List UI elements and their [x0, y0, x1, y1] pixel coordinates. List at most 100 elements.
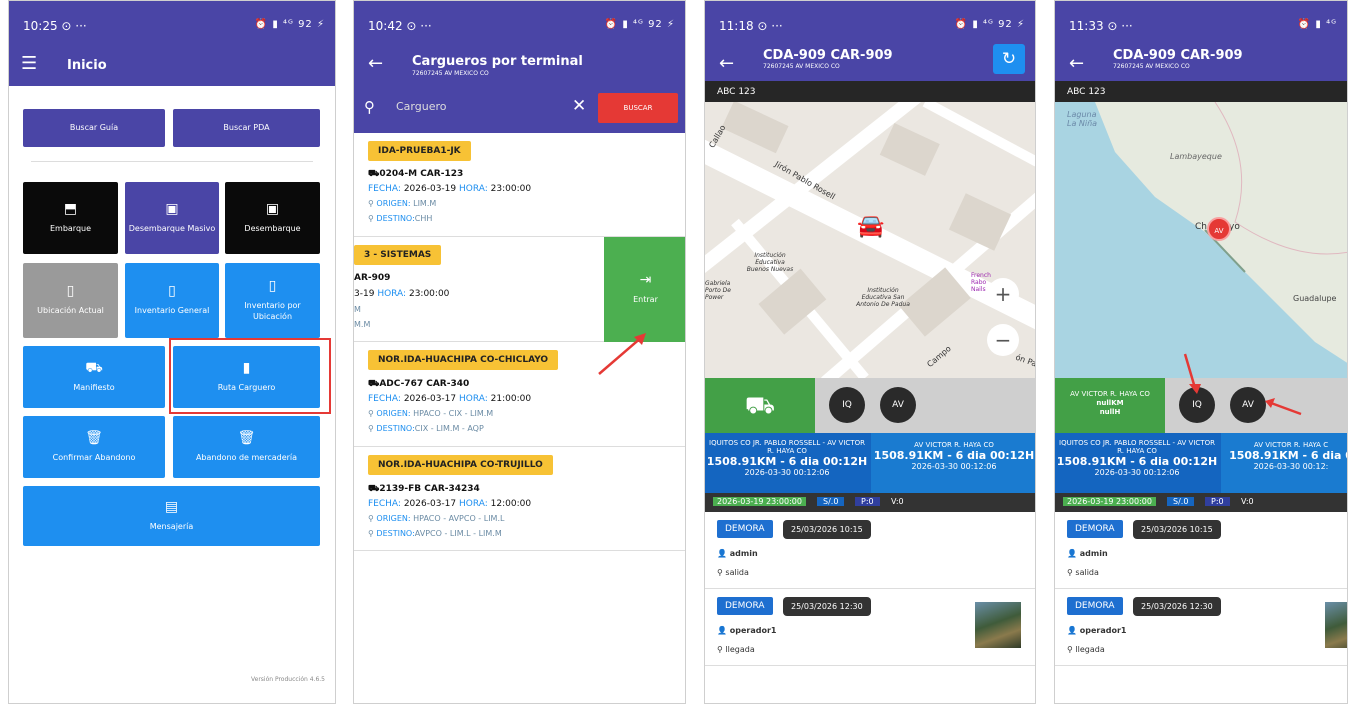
event-time-badge: 25/03/2026 12:30 — [783, 597, 871, 616]
person-icon: 👤 — [1067, 626, 1077, 635]
page-title: Cargueros por terminal — [412, 54, 583, 69]
search-input[interactable]: Carguero — [396, 100, 446, 113]
entrar-button[interactable]: ⇥ Entrar — [604, 237, 685, 342]
inventario-ubicacion-label: Inventario por Ubicación — [244, 301, 301, 321]
menu-icon[interactable]: ☰ — [21, 55, 37, 73]
street-map[interactable]: Jirón Pablo Rosell Callao Institución Ed… — [705, 102, 1035, 378]
desembarque-button[interactable]: ▣ Desembarque — [225, 182, 320, 254]
truck-tab[interactable]: ⛟ — [705, 378, 815, 433]
origen-value: LIM.M — [413, 199, 437, 208]
list-item[interactable]: NOR.IDA-HUACHIPA CO-TRUJILLO ⛟2139-FB CA… — [354, 447, 685, 551]
phone-cargueros: 10:42 ⊙ ··· ⏰ ▮ ⁴ᴳ 92 ⚡ ← Cargueros por … — [353, 0, 686, 704]
segment-distance: 1508.91KM - 6 dia 0 — [1229, 449, 1348, 462]
back-arrow-icon[interactable]: ← — [368, 55, 383, 73]
av-map-marker[interactable]: AV — [1207, 217, 1231, 241]
manifiesto-button[interactable]: ⛟ Manifiesto — [23, 346, 165, 408]
car-marker-icon: 🚘 — [857, 214, 885, 239]
selected-stop-tab[interactable]: AV VICTOR R. HAYA CO nullKM nullH — [1055, 378, 1165, 433]
vehicle-line: ⛟ADC-767 CAR-340 — [368, 379, 469, 390]
segment-distance: 1508.91KM - 6 dia 00:12H — [706, 455, 868, 468]
app-bar: ☰ Inicio — [9, 46, 335, 86]
embarque-label: Embarque — [49, 223, 92, 233]
app-bar: ← CDA-909 CAR-909 72607245 AV MEXICO CO — [1055, 46, 1347, 81]
user-name: operador1 — [1079, 626, 1127, 635]
person-icon: 👤 — [717, 549, 727, 558]
av-button[interactable]: AV — [880, 387, 916, 423]
fecha-value: 3-19 — [354, 289, 375, 299]
vehicle-line: ⛟2139-FB CAR-34234 — [368, 484, 480, 495]
segment-address: AV VICTOR R. HAYA CO — [914, 441, 994, 449]
back-arrow-icon[interactable]: ← — [1069, 55, 1084, 73]
inventario-ubicacion-button[interactable]: ▯ Inventario por Ubicación — [225, 263, 320, 338]
destino-line: ⚲ DESTINO:AVPCO - LIM.L - LIM.M — [368, 529, 502, 538]
place-name: salida — [1075, 568, 1099, 577]
list-item-swiped[interactable]: 3 - SISTEMAS AR-909 3-19 HORA: 23:00:00 … — [354, 237, 685, 342]
fecha-label: FECHA: — [368, 499, 401, 509]
segment-distance: 1508.91KM - 6 dia 00:12H — [1056, 455, 1218, 468]
version-text: Versión Producción 4.6.5 — [250, 676, 325, 683]
user-name: operador1 — [729, 626, 777, 635]
back-arrow-icon[interactable]: ← — [719, 55, 734, 73]
user-name: admin — [1079, 549, 1108, 558]
route-summary: IQUITOS CO JR. PABLO ROSSELL - AV VICTOR… — [1055, 433, 1347, 493]
fecha-line: FECHA: 2026-03-17 HORA: 21:00:00 — [368, 394, 531, 404]
confirmar-abandono-label: Confirmar Abandono — [52, 452, 136, 462]
right-segment: AV VICTOR R. HAYA C 1508.91KM - 6 dia 0 … — [1221, 433, 1348, 493]
destino-line: ⚲ DESTINO:CHH — [368, 214, 432, 223]
coast-map[interactable]: Laguna La Niña Lambayeque Ch yo AV Guadal… — [1055, 102, 1347, 378]
archive-down-icon: ▣ — [265, 200, 280, 217]
destino-label: DESTINO: — [376, 214, 415, 223]
zoom-out-button[interactable]: − — [987, 324, 1019, 356]
date-bar: 2026-03-19 23:00:00 S/.0 P:0 V:0 — [1055, 493, 1347, 512]
pin-icon: ⚲ — [717, 568, 723, 577]
confirmar-abandono-button[interactable]: 🗑 Confirmar Abandono — [23, 416, 165, 478]
refresh-button[interactable]: ↻ — [993, 44, 1025, 74]
abandono-mercaderia-button[interactable]: 🗑 Abandono de mercadería — [173, 416, 320, 478]
fecha-line: FECHA: 2026-03-19 HORA: 23:00:00 — [368, 184, 531, 194]
pin-icon: ⚲ — [368, 199, 374, 208]
event-photo-thumbnail[interactable] — [1325, 602, 1347, 648]
clear-icon[interactable]: ✕ — [572, 96, 586, 116]
place-line: ⚲ salida — [1067, 568, 1099, 577]
place-label-start: Ch — [1195, 222, 1207, 232]
desembarque-masivo-button[interactable]: ▣ Desembarque Masivo — [125, 182, 219, 254]
place-name: salida — [725, 568, 749, 577]
buscar-pda-button[interactable]: Buscar PDA — [173, 109, 320, 147]
zoom-in-button[interactable]: + — [987, 278, 1019, 310]
buscar-guia-button[interactable]: Buscar Guía — [23, 109, 165, 147]
iq-button[interactable]: IQ — [829, 387, 865, 423]
user-line: 👤 operador1 — [1067, 626, 1127, 635]
search-bar: ⚲ Carguero ✕ BUSCAR — [354, 86, 685, 133]
vehicle-text: ADC-767 CAR-340 — [379, 379, 470, 389]
origen-value: HPACO - CIX - LIM.M — [413, 409, 494, 418]
mensajeria-label: Mensajería — [149, 521, 194, 531]
ubicacion-actual-button[interactable]: ▯ Ubicación Actual — [23, 263, 118, 338]
manifiesto-label: Manifiesto — [73, 382, 115, 392]
poi-label: Gabriela Porto De Power — [705, 280, 731, 301]
event-type-badge: DEMORA — [717, 597, 773, 615]
v-value: V:0 — [1241, 497, 1254, 506]
phone-ruta-detalle: 11:18 ⊙ ··· ⏰ ▮ ⁴ᴳ 92 ⚡ ← CDA-909 CAR-90… — [704, 0, 1036, 704]
plate-bar: ABC 123 — [1055, 81, 1347, 102]
inventario-general-button[interactable]: ▯ Inventario General — [125, 263, 219, 338]
segment-date: 2026-03-30 00:12:06 — [911, 462, 997, 471]
user-line: 👤 operador1 — [717, 626, 777, 635]
pin-icon: ⚲ — [368, 514, 374, 523]
map-streets — [705, 102, 1035, 378]
poi-label: Institución Educativa Buenos Nuevas — [746, 252, 794, 273]
inventario-general-label: Inventario General — [134, 306, 210, 316]
mensajeria-button[interactable]: ▤ Mensajería — [23, 486, 320, 546]
buscar-button[interactable]: BUSCAR — [598, 93, 678, 123]
hora-label: HORA: — [459, 499, 488, 509]
event-photo-thumbnail[interactable] — [975, 602, 1021, 648]
trash-icon: 🗑 — [85, 429, 103, 446]
p-value: P:0 — [1205, 497, 1230, 506]
plate-bar: ABC 123 — [705, 81, 1035, 102]
soles-value: S/.0 — [1167, 497, 1195, 506]
archive-icon: ▣ — [165, 200, 179, 217]
left-segment: IQUITOS CO JR. PABLO ROSSELL - AV VICTOR… — [705, 433, 869, 493]
highlight-box — [169, 338, 331, 414]
list-item[interactable]: IDA-PRUEBA1-JK ⛟0204-M CAR-123 FECHA: 20… — [354, 133, 685, 237]
embarque-button[interactable]: ⬒ Embarque — [23, 182, 118, 254]
v-value: V:0 — [891, 497, 904, 506]
